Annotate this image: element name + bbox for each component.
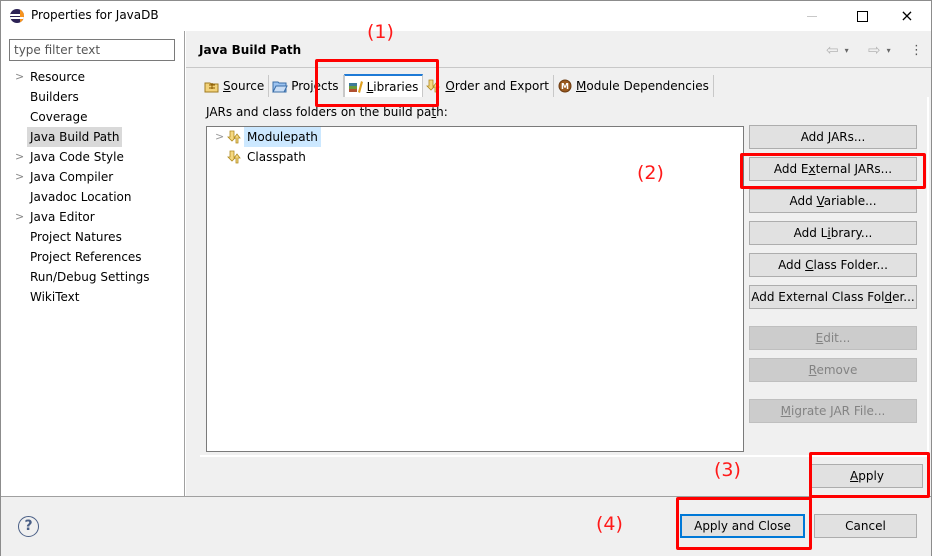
- edit-button[interactable]: Edit...: [749, 326, 917, 350]
- apply-button[interactable]: Apply: [811, 464, 923, 488]
- sidebar-item-java-build-path[interactable]: Java Build Path: [1, 127, 185, 147]
- tab-bar: Source Projects Libraries Order and Export M…: [201, 74, 714, 97]
- sidebar-item-label: Resource: [30, 70, 86, 84]
- chevron-right-icon[interactable]: >: [15, 67, 24, 87]
- chevron-down-icon[interactable]: ▾: [845, 46, 849, 55]
- property-tree: > Resource Builders Coverage Java Build Path…: [1, 67, 185, 307]
- sidebar-item-label: Java Code Style: [30, 150, 124, 164]
- build-path-entry-modulepath[interactable]: > Modulepath: [207, 127, 507, 147]
- add-external-class-folder-button[interactable]: Add External Class Folder...: [749, 285, 917, 309]
- sidebar-item-javadoc-location[interactable]: Javadoc Location: [1, 187, 185, 207]
- close-button[interactable]: ×: [884, 1, 930, 31]
- tab-source[interactable]: Source: [201, 75, 270, 97]
- cancel-button[interactable]: Cancel: [814, 514, 917, 538]
- add-library-button[interactable]: Add Library...: [749, 221, 917, 245]
- annotation-label-1: (1): [367, 21, 394, 43]
- chevron-right-icon[interactable]: >: [15, 207, 24, 227]
- maximize-button[interactable]: [839, 1, 885, 31]
- chevron-right-icon[interactable]: >: [15, 167, 24, 187]
- module-icon: M: [557, 79, 573, 93]
- tab-order-and-export[interactable]: Order and Export: [423, 75, 554, 97]
- properties-dialog: Properties for JavaDB × > Resource Builder…: [0, 0, 932, 556]
- sidebar-item-project-natures[interactable]: Project Natures: [1, 227, 185, 247]
- apply-and-close-button[interactable]: Apply and Close: [680, 514, 805, 538]
- libraries-tab-panel: JARs and class folders on the build path…: [200, 97, 929, 457]
- chevron-down-icon[interactable]: ▾: [887, 46, 891, 55]
- tab-label: Source: [223, 79, 265, 93]
- eclipse-logo-icon: [10, 9, 24, 23]
- sidebar-item-run-debug-settings[interactable]: Run/Debug Settings: [1, 267, 185, 287]
- tab-label: Order and Export: [445, 79, 549, 93]
- forward-arrow-icon: ⇨: [868, 41, 881, 59]
- classpath-container-icon: [227, 130, 243, 144]
- svg-text:M: M: [561, 82, 569, 91]
- maximize-icon: [856, 10, 868, 22]
- add-jars-button[interactable]: Add JARs...: [749, 125, 917, 149]
- entry-label: Classpath: [247, 150, 306, 164]
- tab-label: Projects: [291, 79, 339, 93]
- sidebar-item-builders[interactable]: Builders: [1, 87, 185, 107]
- dialog-footer: ? Apply and Close Cancel: [1, 496, 931, 556]
- sidebar-item-java-editor[interactable]: > Java Editor: [1, 207, 185, 227]
- kebab-menu-icon: ⋮: [910, 42, 923, 58]
- filter-input[interactable]: [9, 39, 175, 61]
- entry-label: Modulepath: [244, 127, 321, 147]
- sidebar-item-label: Java Compiler: [30, 170, 114, 184]
- minimize-icon: [807, 15, 817, 17]
- help-icon[interactable]: ?: [18, 516, 39, 537]
- sidebar-item-label: Java Editor: [30, 210, 95, 224]
- add-class-folder-button[interactable]: Add Class Folder...: [749, 253, 917, 277]
- tab-label: Module Dependencies: [576, 79, 709, 93]
- chevron-right-icon[interactable]: >: [15, 147, 24, 167]
- libraries-label: JARs and class folders on the build path…: [206, 105, 448, 119]
- minimize-button[interactable]: [789, 1, 835, 31]
- chevron-right-icon[interactable]: >: [215, 127, 224, 147]
- back-button[interactable]: ⇦ ▾: [826, 41, 849, 59]
- title-bar: Properties for JavaDB ×: [1, 1, 931, 31]
- sidebar-item-coverage[interactable]: Coverage: [1, 107, 185, 127]
- remove-button[interactable]: Remove: [749, 358, 917, 382]
- sidebar-item-resource[interactable]: > Resource: [1, 67, 185, 87]
- libraries-books-icon: [348, 80, 364, 94]
- sidebar-item-label: Builders: [30, 90, 79, 104]
- page-header: Java Build Path ⇦ ▾ ⇨ ▾ ⋮: [186, 31, 931, 68]
- sidebar-item-label: WikiText: [30, 290, 80, 304]
- sidebar-item-label: Java Build Path: [27, 127, 123, 147]
- sidebar-item-label: Coverage: [30, 110, 88, 124]
- more-menu-button[interactable]: ⋮: [910, 41, 923, 59]
- sidebar-item-java-compiler[interactable]: > Java Compiler: [1, 167, 185, 187]
- sidebar-item-java-code-style[interactable]: > Java Code Style: [1, 147, 185, 167]
- source-folder-icon: [204, 79, 220, 93]
- sidebar-item-wikitext[interactable]: WikiText: [1, 287, 185, 307]
- projects-folder-icon: [272, 79, 289, 93]
- sidebar-item-label: Run/Debug Settings: [30, 270, 150, 284]
- close-icon: ×: [900, 6, 914, 25]
- annotation-label-2: (2): [637, 162, 664, 184]
- tab-projects[interactable]: Projects: [269, 75, 344, 97]
- window-title: Properties for JavaDB: [31, 8, 159, 22]
- property-page: Java Build Path ⇦ ▾ ⇨ ▾ ⋮ Source Projects…: [186, 31, 931, 496]
- sidebar-item-label: Javadoc Location: [30, 190, 132, 204]
- sidebar-item-label: Project References: [30, 250, 142, 264]
- forward-button[interactable]: ⇨ ▾: [868, 41, 891, 59]
- preference-sidebar: > Resource Builders Coverage Java Build Path…: [1, 31, 185, 496]
- sidebar-item-label: Project Natures: [30, 230, 122, 244]
- classpath-container-icon: [227, 150, 243, 164]
- tab-label: Libraries: [366, 79, 419, 94]
- build-path-entry-classpath[interactable]: Classpath: [207, 147, 507, 167]
- annotation-label-4: (4): [596, 513, 623, 535]
- migrate-jar-file-button[interactable]: Migrate JAR File...: [749, 399, 917, 423]
- page-title: Java Build Path: [199, 43, 302, 57]
- tab-libraries[interactable]: Libraries: [343, 74, 424, 97]
- tab-module-dependencies[interactable]: M Module Dependencies: [554, 75, 714, 97]
- order-export-arrows-icon: [426, 79, 442, 93]
- annotation-label-3: (3): [714, 459, 741, 481]
- add-variable-button[interactable]: Add Variable...: [749, 189, 917, 213]
- sidebar-item-project-references[interactable]: Project References: [1, 247, 185, 267]
- add-external-jars-button[interactable]: Add External JARs...: [749, 157, 917, 181]
- back-arrow-icon: ⇦: [826, 41, 839, 59]
- apply-row: Apply: [186, 457, 931, 496]
